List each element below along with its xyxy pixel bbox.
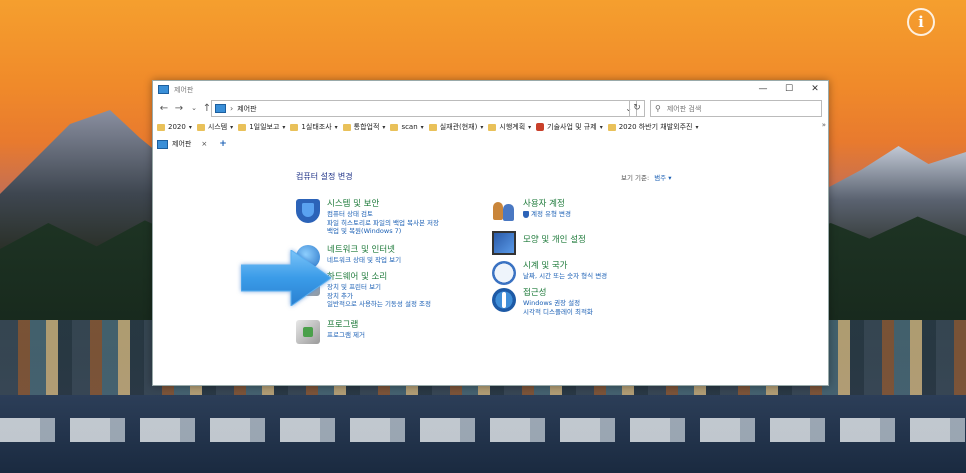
favorites-overflow-icon[interactable]: »	[822, 121, 826, 129]
category-link[interactable]: 장치 및 프린터 보기	[327, 283, 431, 292]
favorites-bar: 2020 ▾ 시스템 ▾ 1일일보고 ▾ 1실태조사 ▾ 통합업적 ▾ scan ▾ 실재관…	[153, 118, 828, 136]
favorite-item[interactable]: 실재관(현재) ▾	[428, 122, 483, 132]
folder-icon	[428, 123, 437, 131]
ease-of-access-icon[interactable]	[492, 288, 516, 312]
category-link[interactable]: 장치 추가	[327, 292, 431, 301]
category-heading[interactable]: 프로그램	[327, 320, 365, 331]
recent-chevron-icon[interactable]: ⌄	[188, 104, 200, 112]
category-appearance: 모양 및 개인 설정	[492, 231, 586, 255]
search-input[interactable]	[664, 103, 809, 114]
view-by-label: 보기 기준:	[621, 174, 650, 182]
folder-icon	[157, 123, 165, 131]
forward-arrow-icon[interactable]: →	[173, 103, 185, 114]
favorite-item[interactable]: 시행계획 ▾	[488, 122, 531, 132]
category-link[interactable]: 계정 유형 변경	[523, 210, 571, 219]
favorite-item[interactable]: 1실태조사 ▾	[290, 122, 338, 132]
maximize-button[interactable]: ☐	[776, 81, 802, 98]
category-heading[interactable]: 시스템 및 보안	[327, 199, 439, 210]
minimize-button[interactable]: —	[750, 81, 776, 98]
folder-icon	[390, 123, 399, 131]
tab-label: 제어판	[172, 140, 192, 148]
folder-icon	[607, 123, 616, 131]
category-link[interactable]: 프로그램 제거	[327, 331, 365, 340]
category-link[interactable]: 네트워크 상태 및 작업 보기	[327, 256, 401, 265]
favorite-item[interactable]: 통합업적 ▾	[342, 122, 385, 132]
search-box[interactable]: ⚲	[650, 100, 822, 117]
folder-icon	[488, 123, 497, 131]
favorite-item[interactable]: 1일일보고 ▾	[238, 122, 285, 132]
category-system-security: 시스템 및 보안 컴퓨터 상태 검토 파일 히스토리로 파일의 백업 복사본 저…	[296, 199, 439, 236]
programs-icon[interactable]	[296, 320, 320, 344]
breadcrumb-chevron-icon[interactable]: ›	[230, 104, 233, 113]
control-panel-window: 제어판 — ☐ ✕ ← → ⌄ ↑ › 제어판 ⌄ ↻ ⚲ 2020▾ 시스템▾…	[152, 80, 829, 386]
view-by-dropdown[interactable]: 범주 ▾	[654, 174, 671, 182]
folder-icon	[342, 123, 351, 131]
view-by: 보기 기준: 범주 ▾	[621, 172, 671, 182]
site-favicon-icon	[536, 123, 545, 131]
favorite-item[interactable]: 기술사업 및 규제 ▾	[536, 122, 603, 132]
category-link[interactable]: 파일 히스토리로 파일의 백업 복사본 저장	[327, 219, 439, 228]
control-panel-icon	[158, 85, 169, 94]
window-title: 제어판	[174, 85, 194, 94]
window-controls: — ☐ ✕	[750, 81, 828, 98]
info-icon[interactable]: i	[907, 8, 935, 36]
shield-icon[interactable]	[296, 199, 320, 223]
category-clock-region: 시계 및 국가 날짜, 시간 또는 숫자 형식 변경	[492, 261, 607, 285]
category-link[interactable]: 일반적으로 사용하는 기동성 설정 조정	[327, 300, 431, 309]
folder-icon	[238, 123, 247, 131]
category-ease-of-access: 접근성 Windows 권장 설정 시각적 디스플레이 최적화	[492, 288, 593, 316]
favorite-item[interactable]: 2020 ▾	[157, 123, 192, 131]
address-bar[interactable]: › 제어판 ⌄	[211, 100, 637, 117]
category-heading[interactable]: 사용자 계정	[523, 199, 571, 210]
uac-shield-icon	[523, 210, 529, 218]
title-bar: 제어판 — ☐ ✕	[153, 81, 828, 98]
category-link[interactable]: 시각적 디스플레이 최적화	[523, 308, 593, 317]
favorite-item[interactable]: 시스템 ▾	[196, 122, 233, 132]
tab-control-panel[interactable]: 제어판 ×	[157, 139, 211, 149]
control-panel-icon	[215, 104, 226, 113]
new-tab-button[interactable]: +	[219, 139, 227, 149]
page-title: 컴퓨터 설정 변경	[296, 172, 353, 181]
wallpaper-boats	[0, 418, 966, 442]
user-accounts-icon[interactable]	[492, 199, 516, 223]
clock-region-icon[interactable]	[492, 261, 516, 285]
category-link[interactable]: 백업 및 복원(Windows 7)	[327, 227, 439, 236]
favorite-item[interactable]: 2020 하반기 채발외주진 ▾	[607, 122, 699, 132]
favorite-item[interactable]: scan ▾	[390, 123, 424, 131]
address-row: ← → ⌄ ↑ › 제어판 ⌄ ↻ ⚲	[153, 98, 828, 118]
appearance-icon[interactable]	[492, 231, 516, 255]
category-heading[interactable]: 모양 및 개인 설정	[523, 235, 586, 246]
refresh-button[interactable]: ↻	[629, 100, 645, 117]
category-heading[interactable]: 시계 및 국가	[523, 261, 607, 272]
pointer-arrow-icon	[241, 250, 331, 306]
breadcrumb[interactable]: 제어판	[237, 104, 256, 114]
search-icon: ⚲	[655, 104, 661, 113]
category-link[interactable]: 컴퓨터 상태 검토	[327, 210, 439, 219]
category-heading[interactable]: 하드웨어 및 소리	[327, 272, 431, 283]
category-programs: 프로그램 프로그램 제거	[296, 320, 365, 344]
control-panel-icon	[157, 139, 168, 149]
close-button[interactable]: ✕	[802, 81, 828, 98]
folder-icon	[290, 123, 299, 131]
category-heading[interactable]: 접근성	[523, 288, 593, 299]
category-heading[interactable]: 네트워크 및 인터넷	[327, 245, 401, 256]
category-link[interactable]: 날짜, 시간 또는 숫자 형식 변경	[523, 272, 607, 281]
category-user-accounts: 사용자 계정 계정 유형 변경	[492, 199, 571, 223]
tab-bar: 제어판 × +	[153, 136, 828, 152]
back-arrow-icon[interactable]: ←	[158, 103, 170, 114]
folder-icon	[196, 123, 205, 131]
category-link[interactable]: Windows 권장 설정	[523, 299, 593, 308]
tab-close-icon[interactable]: ×	[201, 140, 207, 148]
